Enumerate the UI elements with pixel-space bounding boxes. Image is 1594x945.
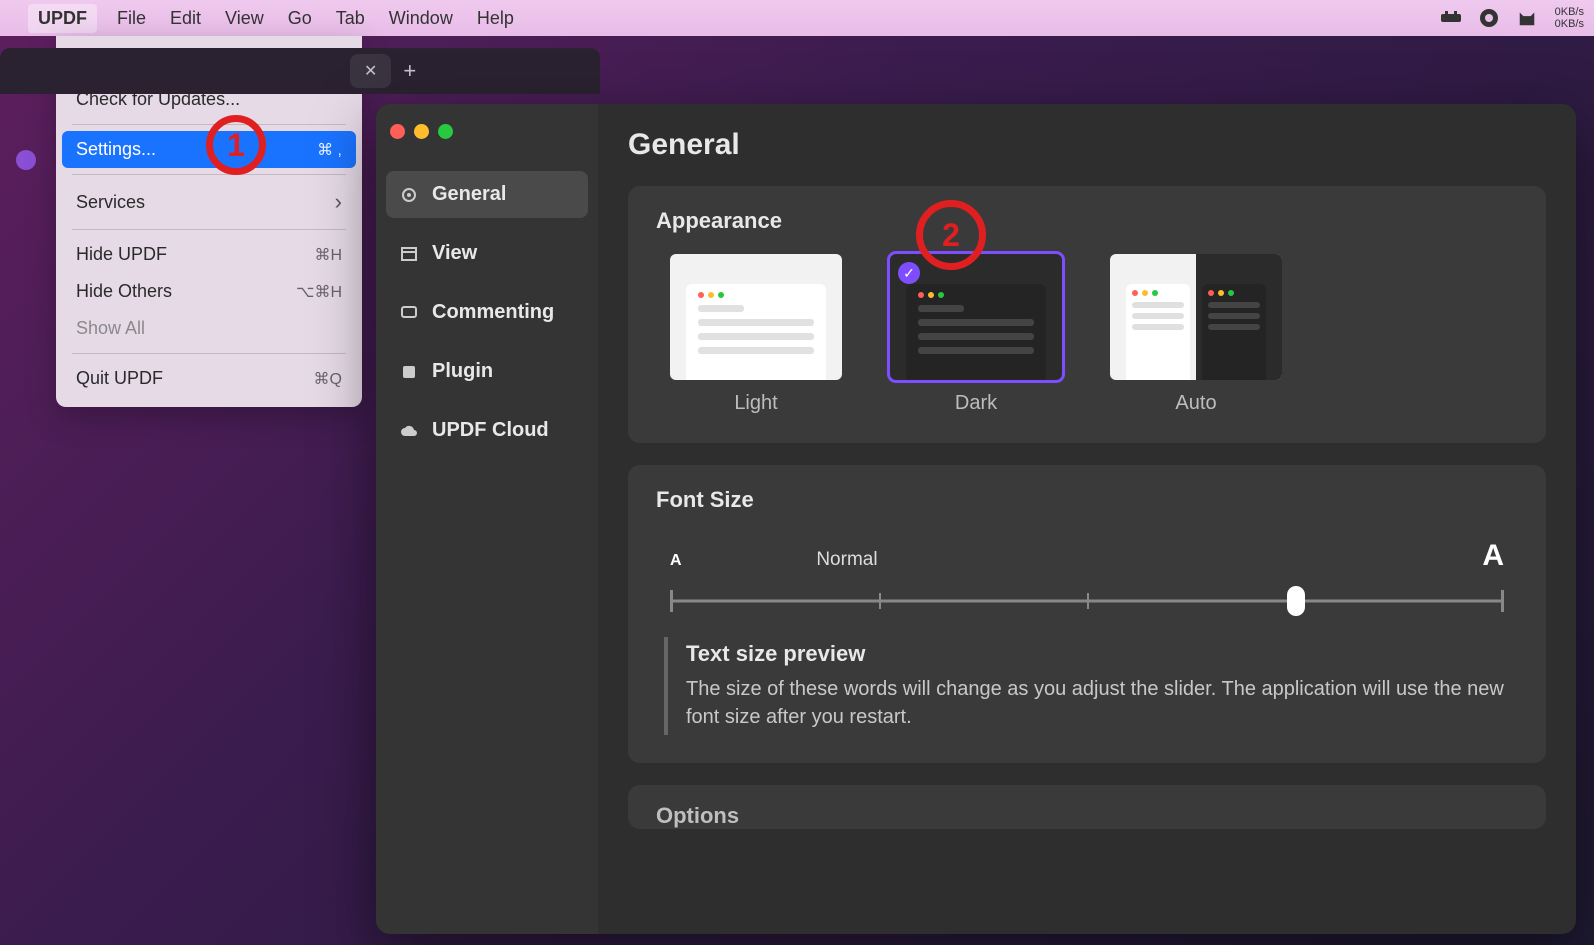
appearance-heading: Appearance <box>656 208 1518 234</box>
menu-hide-label: Hide UPDF <box>76 244 167 265</box>
sidebar-view-label: View <box>432 242 477 265</box>
theme-light-label: Light <box>734 392 777 415</box>
theme-option-light[interactable]: Light <box>670 254 842 415</box>
sidebar-item-view[interactable]: View <box>386 230 588 277</box>
menu-hide-others-label: Hide Others <box>76 281 172 302</box>
new-tab-button[interactable]: + <box>403 58 416 84</box>
theme-dark-thumb: ✓ <box>890 254 1062 380</box>
sidebar-item-commenting[interactable]: Commenting <box>386 289 588 336</box>
net-down: 0KB/s <box>1555 18 1584 30</box>
font-size-card: Font Size A Normal A Text size preview T… <box>628 465 1546 763</box>
menu-go[interactable]: Go <box>288 8 312 29</box>
plugin-icon <box>400 363 418 381</box>
gear-icon <box>400 186 418 204</box>
macos-menubar: UPDF File Edit View Go Tab Window Help 0… <box>0 0 1594 36</box>
font-size-slider[interactable] <box>670 589 1504 613</box>
menu-settings-label: Settings... <box>76 139 156 160</box>
menu-hide[interactable]: Hide UPDF ⌘H <box>62 236 356 273</box>
tray-icon-1[interactable] <box>1441 8 1461 28</box>
check-icon: ✓ <box>898 262 920 284</box>
close-window-button[interactable] <box>390 124 405 139</box>
menu-separator <box>72 124 346 125</box>
theme-light-thumb <box>670 254 842 380</box>
menu-show-all: Show All <box>62 310 356 347</box>
options-card: Options <box>628 785 1546 829</box>
minimize-window-button[interactable] <box>414 124 429 139</box>
chevron-right-icon <box>335 189 342 215</box>
menu-quit-shortcut: ⌘Q <box>314 369 342 389</box>
menu-help[interactable]: Help <box>477 8 514 29</box>
theme-option-auto[interactable]: Auto <box>1110 254 1282 415</box>
menu-services-label: Services <box>76 192 145 213</box>
menu-services[interactable]: Services <box>62 181 356 223</box>
sidebar-plugin-label: Plugin <box>432 360 493 383</box>
menu-show-all-label: Show All <box>76 318 145 339</box>
menu-tab[interactable]: Tab <box>336 8 365 29</box>
zoom-window-button[interactable] <box>438 124 453 139</box>
slider-tick <box>879 593 881 609</box>
font-big-label: A <box>1482 539 1504 573</box>
sidebar-item-general[interactable]: General <box>386 171 588 218</box>
menu-window[interactable]: Window <box>389 8 453 29</box>
sidebar-item-plugin[interactable]: Plugin <box>386 348 588 395</box>
app-menu[interactable]: UPDF <box>28 4 97 33</box>
comment-icon <box>400 304 418 322</box>
menu-quit-label: Quit UPDF <box>76 368 163 389</box>
callout-2-label: 2 <box>942 217 960 254</box>
sidebar-commenting-label: Commenting <box>432 301 554 324</box>
font-small-label: A <box>670 552 682 570</box>
menu-settings-shortcut: ⌘ , <box>317 140 342 160</box>
font-normal-label: Normal <box>816 549 877 571</box>
menu-separator <box>72 229 346 230</box>
menu-separator <box>72 353 346 354</box>
theme-dark-label: Dark <box>955 392 997 415</box>
settings-sidebar: General View Commenting Plugin UPDF Clou… <box>376 104 598 934</box>
settings-content: General Appearance Light ✓ Dark <box>598 104 1576 934</box>
sidebar-cloud-label: UPDF Cloud <box>432 419 549 442</box>
tab-close-icon[interactable]: ✕ <box>364 61 377 81</box>
sidebar-item-cloud[interactable]: UPDF Cloud <box>386 407 588 454</box>
menu-hide-others-shortcut: ⌥⌘H <box>296 282 342 302</box>
preview-description: The size of these words will change as y… <box>686 675 1510 731</box>
cloud-icon <box>400 422 418 440</box>
document-tab[interactable]: ✕ <box>350 54 391 88</box>
theme-options: Light ✓ Dark Auto <box>656 254 1518 415</box>
net-up: 0KB/s <box>1555 6 1584 18</box>
network-stats: 0KB/s 0KB/s <box>1555 6 1584 30</box>
slider-knob[interactable] <box>1287 586 1305 616</box>
slider-tick <box>1087 593 1089 609</box>
cat-icon[interactable] <box>1517 8 1537 28</box>
menu-hide-shortcut: ⌘H <box>314 245 342 265</box>
theme-auto-thumb <box>1110 254 1282 380</box>
menu-view[interactable]: View <box>225 8 264 29</box>
theme-auto-label: Auto <box>1175 392 1216 415</box>
window-controls <box>390 124 584 139</box>
menu-separator <box>72 174 346 175</box>
menu-quit[interactable]: Quit UPDF ⌘Q <box>62 360 356 397</box>
slider-tick <box>1501 590 1504 612</box>
theme-option-dark[interactable]: ✓ Dark <box>890 254 1062 415</box>
background-window-tabbar: ✕ + <box>0 48 600 94</box>
options-heading: Options <box>656 803 1518 829</box>
layout-icon <box>400 245 418 263</box>
record-icon[interactable] <box>1479 8 1499 28</box>
menubar-tray: 0KB/s 0KB/s <box>1441 6 1584 30</box>
font-size-labels: A Normal A <box>656 533 1518 583</box>
page-title: General <box>628 128 1546 162</box>
font-preview: Text size preview The size of these word… <box>664 637 1510 735</box>
annotation-callout-2: 2 <box>916 200 986 270</box>
menu-file[interactable]: File <box>117 8 146 29</box>
menu-edit[interactable]: Edit <box>170 8 201 29</box>
annotation-callout-1: 1 <box>206 115 266 175</box>
menu-hide-others[interactable]: Hide Others ⌥⌘H <box>62 273 356 310</box>
sidebar-general-label: General <box>432 183 506 206</box>
callout-1-label: 1 <box>227 127 245 164</box>
appearance-card: Appearance Light ✓ Dark <box>628 186 1546 443</box>
preview-title: Text size preview <box>686 641 1510 667</box>
slider-tick <box>670 590 673 612</box>
font-size-heading: Font Size <box>656 487 1518 513</box>
rail-dot-2[interactable] <box>16 150 36 170</box>
